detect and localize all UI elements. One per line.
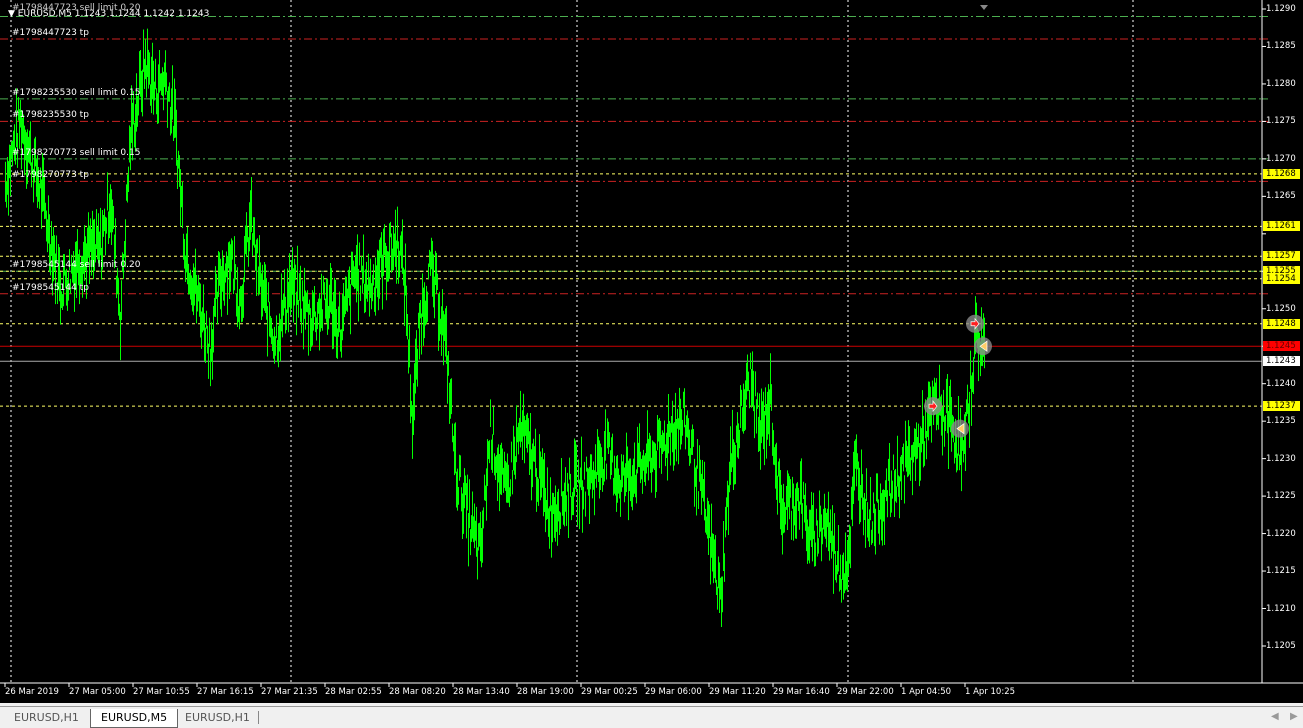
price-tick-label: 1.1250: [1266, 303, 1296, 314]
price-label-highlight: 1.1243: [1263, 356, 1300, 367]
price-tick-label: 1.1210: [1266, 603, 1296, 614]
price-label-highlight: 1.1248: [1263, 318, 1300, 329]
price-tick-label: 1.1220: [1266, 528, 1296, 539]
time-label: 1 Apr 10:25: [965, 687, 1016, 697]
price-label-highlight: 1.1261: [1263, 221, 1300, 232]
time-label: 27 Mar 10:55: [133, 687, 190, 697]
time-label: 29 Mar 11:20: [709, 687, 766, 697]
order-label: #1798270773 sell limit 0.15: [12, 147, 141, 158]
price-tick-label: 1.1240: [1266, 378, 1296, 389]
price-tick-label: 1.1225: [1266, 491, 1296, 502]
time-label: 28 Mar 19:00: [517, 687, 574, 697]
price-tick-label: 1.1230: [1266, 453, 1296, 464]
price-tick-label: 1.1275: [1266, 116, 1296, 127]
order-label: #1798235530 sell limit 0.15: [12, 87, 141, 98]
tab-divider: [258, 711, 259, 724]
time-label: 26 Mar 2019: [5, 687, 59, 697]
time-label: 1 Apr 04:50: [901, 687, 952, 697]
order-label: #1798235530 tp: [12, 110, 89, 121]
scroll-left-icon[interactable]: ◀: [1271, 711, 1279, 722]
time-label: 29 Mar 06:00: [645, 687, 702, 697]
time-label: 27 Mar 05:00: [69, 687, 126, 697]
order-label: #1798447723 tp: [12, 27, 89, 38]
order-label: #1798270773 tp: [12, 170, 89, 181]
price-tick-label: 1.1205: [1266, 640, 1296, 651]
chart-shift-icon: [980, 5, 988, 10]
order-label: #1798545144 sell limit 0.20: [12, 260, 141, 271]
time-label: 29 Mar 00:25: [581, 687, 638, 697]
price-chart[interactable]: #1798447723 sell limit 0.20 ▼ EURUSD,M5 …: [0, 0, 1303, 703]
tab-eurusd-m5[interactable]: EURUSD,M5: [90, 709, 179, 728]
price-tick-label: 1.1290: [1266, 4, 1296, 14]
price-tick-label: 1.1280: [1266, 78, 1296, 89]
time-label: 28 Mar 02:55: [325, 687, 382, 697]
price-label-highlight: 1.1254: [1263, 273, 1300, 284]
price-label-highlight: 1.1245: [1263, 341, 1300, 352]
chart-plot[interactable]: [0, 0, 1303, 703]
order-label: #1798545144 tp: [12, 282, 89, 293]
price-tick-label: 1.1265: [1266, 191, 1296, 202]
time-label: 28 Mar 08:20: [389, 687, 446, 697]
price-label-highlight: 1.1257: [1263, 251, 1300, 262]
symbol-info-text: EURUSD,M5 1.1243 1.1244 1.1242 1.1243: [17, 9, 210, 19]
price-tick-label: 1.1270: [1266, 153, 1296, 164]
price-tick-label: 1.1235: [1266, 416, 1296, 427]
price-tick-label: 1.1285: [1266, 41, 1296, 52]
time-label: 29 Mar 16:40: [773, 687, 830, 697]
price-label-highlight: 1.1268: [1263, 168, 1300, 179]
price-tick-label: 1.1215: [1266, 566, 1296, 577]
scroll-right-icon[interactable]: ▶: [1290, 711, 1298, 722]
tab-eurusd-h1-2[interactable]: EURUSD,H1: [175, 709, 260, 728]
chart-tabs: EURUSD,H1 EURUSD,M5 EURUSD,H1 ◀ ▶: [0, 706, 1303, 728]
time-label: 27 Mar 16:15: [197, 687, 254, 697]
symbol-info: ▼ EURUSD,M5 1.1243 1.1244 1.1242 1.1243: [8, 9, 210, 19]
price-label-highlight: 1.1237: [1263, 401, 1300, 412]
time-label: 27 Mar 21:35: [261, 687, 318, 697]
tab-eurusd-h1[interactable]: EURUSD,H1: [4, 709, 89, 728]
time-label: 28 Mar 13:40: [453, 687, 510, 697]
time-label: 29 Mar 22:00: [837, 687, 894, 697]
